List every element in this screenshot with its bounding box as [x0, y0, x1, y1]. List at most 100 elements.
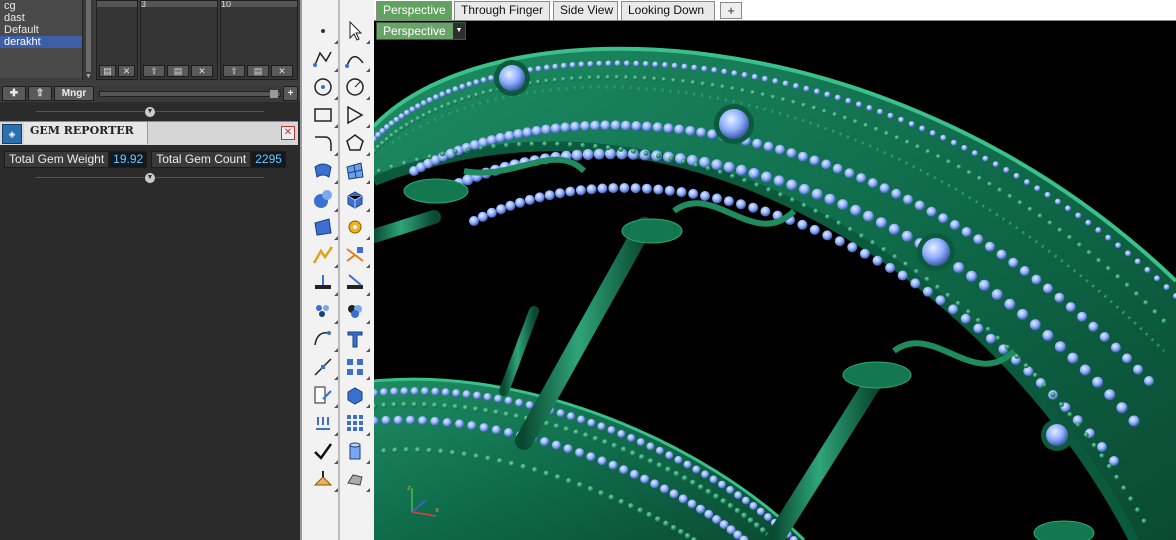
- pave-gem: [597, 456, 607, 466]
- scale-icon[interactable]: [311, 327, 338, 352]
- dimension-icon[interactable]: [311, 383, 338, 408]
- pave-gem: [1054, 292, 1065, 303]
- collapse-icon[interactable]: ▼: [144, 172, 156, 184]
- pave-gem: [1057, 227, 1063, 233]
- grid-icon[interactable]: [343, 355, 370, 380]
- layer-list-scrollbar[interactable]: ▼: [82, 0, 94, 80]
- layer-column-2: 3 ⇧ ▤ ✕: [140, 0, 218, 80]
- pave-gem: [627, 434, 636, 442]
- gear-icon[interactable]: [343, 215, 370, 240]
- box-icon[interactable]: [343, 187, 370, 212]
- pave-gem: [376, 168, 382, 174]
- point-icon[interactable]: [311, 19, 338, 44]
- move-layer-up-button[interactable]: ⇧: [28, 86, 52, 101]
- pave-gem: [570, 121, 581, 132]
- polygon-icon[interactable]: [343, 103, 370, 128]
- pave-gem: [1067, 234, 1073, 240]
- pave-gem: [642, 75, 648, 81]
- fillet-icon[interactable]: [311, 299, 338, 324]
- polygon-outline-icon[interactable]: [343, 131, 370, 156]
- curve-points-icon[interactable]: [343, 47, 370, 72]
- pave-gem: [950, 139, 957, 146]
- union-icon[interactable]: [343, 271, 370, 296]
- scroll-down-icon[interactable]: ▼: [85, 73, 92, 80]
- paint-icon[interactable]: [311, 467, 338, 492]
- layer-item-derakht[interactable]: derakht: [0, 36, 82, 48]
- tab-looking-down[interactable]: Looking Down: [621, 1, 715, 20]
- extrude-icon[interactable]: [311, 215, 338, 240]
- layer-item-dast[interactable]: dast: [0, 12, 82, 24]
- lock-icon[interactable]: ▤: [247, 65, 269, 77]
- viewport-label[interactable]: Perspective ▼: [376, 22, 466, 40]
- pave-gem: [414, 157, 420, 163]
- pave-gem: [1054, 198, 1061, 205]
- solid-icon[interactable]: [343, 467, 370, 492]
- pave-gem: [642, 121, 652, 132]
- align-icon[interactable]: [311, 411, 338, 436]
- layer-item-default[interactable]: Default: [0, 24, 82, 36]
- viewport[interactable]: Perspective Through Finger Side View Loo…: [374, 0, 1176, 540]
- chevron-down-icon[interactable]: ▼: [453, 23, 465, 39]
- select-arrow-icon[interactable]: [343, 19, 370, 44]
- close-icon[interactable]: ✕: [118, 65, 135, 77]
- pave-gem: [1163, 284, 1170, 291]
- pave-gem: [446, 101, 452, 107]
- pave-gem: [651, 76, 657, 82]
- matrix-icon[interactable]: [343, 411, 370, 436]
- layer-slider[interactable]: [99, 90, 281, 98]
- 3d-scene[interactable]: [374, 21, 1176, 540]
- panel-divider[interactable]: ▼: [36, 172, 264, 184]
- sphere-icon[interactable]: [311, 187, 338, 212]
- pave-gem: [1065, 302, 1076, 313]
- add-layer-button[interactable]: ✚: [2, 86, 26, 101]
- lock-icon[interactable]: ▤: [99, 65, 116, 77]
- pave-gem: [488, 88, 494, 94]
- scrollbar-thumb[interactable]: [86, 0, 91, 72]
- layer-item-cg[interactable]: cg: [0, 0, 82, 12]
- surface-grid-icon[interactable]: [343, 159, 370, 184]
- text-icon[interactable]: [343, 327, 370, 352]
- rotate-icon[interactable]: [343, 299, 370, 324]
- layer-manager-button[interactable]: Mngr: [54, 86, 94, 101]
- add-button[interactable]: +: [283, 86, 298, 101]
- pave-gem: [438, 448, 444, 455]
- lock-icon[interactable]: ▤: [167, 65, 189, 77]
- add-tab-button[interactable]: +: [720, 2, 742, 19]
- move-up-icon[interactable]: ⇧: [143, 65, 165, 77]
- panel-divider[interactable]: ▼: [36, 106, 264, 118]
- surface-icon[interactable]: [311, 159, 338, 184]
- tab-side-view[interactable]: Side View: [553, 1, 618, 20]
- collapse-icon[interactable]: ▼: [144, 106, 156, 118]
- rectangle-icon[interactable]: [311, 103, 338, 128]
- pave-gem: [926, 206, 937, 217]
- boolean-icon[interactable]: [311, 243, 338, 268]
- polyline-icon[interactable]: [311, 47, 338, 72]
- check-icon[interactable]: [311, 439, 338, 464]
- pave-gem: [640, 474, 650, 484]
- pave-gem: [543, 470, 550, 477]
- cube-blue-icon[interactable]: [343, 383, 370, 408]
- close-icon[interactable]: ✕: [271, 65, 293, 77]
- pave-gem: [798, 151, 808, 162]
- pave-gem: [604, 148, 616, 160]
- gem-icon[interactable]: [311, 355, 338, 380]
- move-up-icon[interactable]: ⇧: [223, 65, 245, 77]
- pave-gem: [910, 278, 921, 289]
- cylinder-icon[interactable]: [343, 439, 370, 464]
- pave-gem: [803, 85, 810, 92]
- split-icon[interactable]: [343, 243, 370, 268]
- slider-knob[interactable]: [270, 90, 278, 98]
- pave-gem: [772, 78, 779, 85]
- arc-icon[interactable]: [343, 75, 370, 100]
- pave-gem: [1134, 258, 1141, 265]
- tab-perspective[interactable]: Perspective: [376, 1, 452, 20]
- tab-through-finger[interactable]: Through Finger: [454, 1, 550, 20]
- close-icon[interactable]: ✕: [281, 126, 295, 140]
- circle-icon[interactable]: [311, 75, 338, 100]
- array-icon[interactable]: [311, 271, 338, 296]
- pave-gem: [855, 101, 862, 108]
- layer-list[interactable]: cg dast Default derakht: [0, 0, 82, 78]
- pave-gem: [834, 94, 841, 101]
- curve-icon[interactable]: [311, 131, 338, 156]
- close-icon[interactable]: ✕: [191, 65, 213, 77]
